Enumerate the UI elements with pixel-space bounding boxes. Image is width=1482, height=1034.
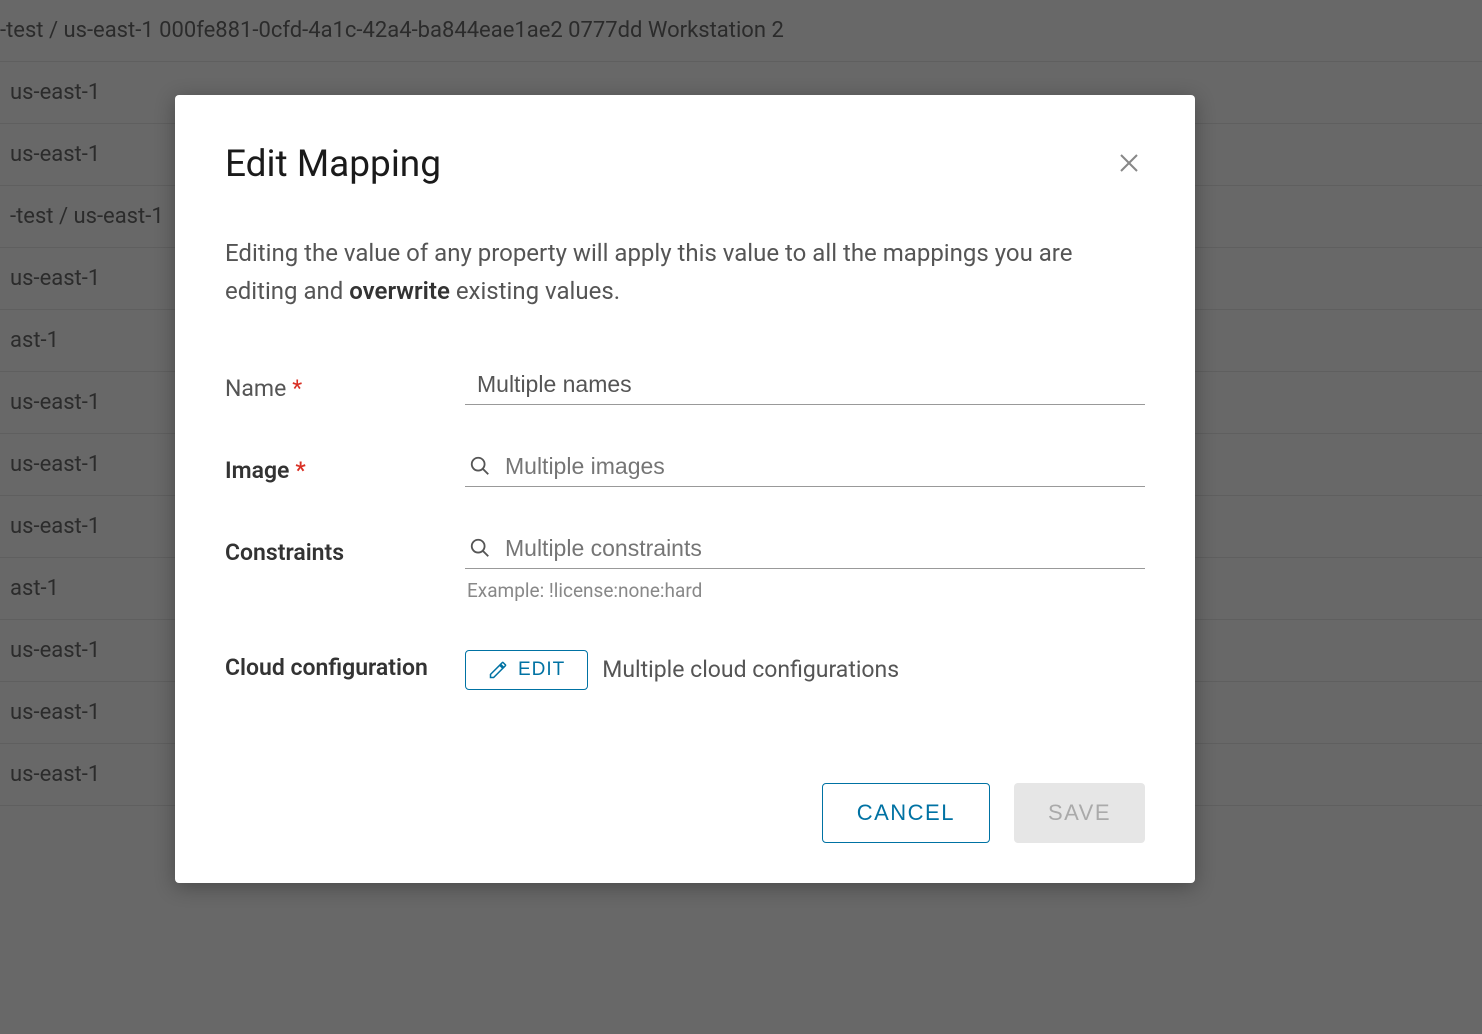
- image-input[interactable]: [465, 453, 1145, 480]
- constraints-label: Constraints: [225, 535, 465, 566]
- constraints-control: Example: !license:none:hard: [465, 535, 1145, 602]
- image-input-wrap: [465, 453, 1145, 487]
- label-text: Name: [225, 375, 286, 402]
- image-label: Image*: [225, 453, 465, 484]
- cloud-config-row: EDIT Multiple cloud configurations: [465, 650, 1145, 690]
- name-control: [465, 371, 1145, 405]
- edit-button-label: EDIT: [518, 659, 565, 681]
- form-row-cloud-config: Cloud configuration EDIT Multiple cloud …: [225, 650, 1145, 690]
- label-text: Image: [225, 457, 289, 484]
- edit-mapping-modal: Edit Mapping Editing the value of any pr…: [175, 95, 1195, 883]
- cloud-config-control: EDIT Multiple cloud configurations: [465, 650, 1145, 690]
- image-control: [465, 453, 1145, 487]
- pencil-icon: [488, 660, 508, 680]
- form-row-image: Image*: [225, 453, 1145, 487]
- form-row-constraints: Constraints Example: !license:none:hard: [225, 535, 1145, 602]
- edit-cloud-config-button[interactable]: EDIT: [465, 650, 588, 690]
- name-input-wrap: [465, 371, 1145, 405]
- description-bold: overwrite: [349, 277, 450, 305]
- description-text: existing values.: [450, 277, 620, 305]
- save-button[interactable]: SAVE: [1014, 783, 1145, 843]
- cancel-button[interactable]: CANCEL: [822, 783, 990, 843]
- cloud-config-label: Cloud configuration: [225, 650, 465, 681]
- label-text: Constraints: [225, 539, 344, 566]
- modal-header: Edit Mapping: [225, 143, 1145, 186]
- constraints-input[interactable]: [465, 535, 1145, 562]
- constraints-input-wrap: [465, 535, 1145, 569]
- cloud-config-value: Multiple cloud configurations: [602, 656, 899, 683]
- form-row-name: Name*: [225, 371, 1145, 405]
- close-icon: [1117, 151, 1141, 175]
- modal-title: Edit Mapping: [225, 143, 441, 186]
- close-button[interactable]: [1113, 147, 1145, 183]
- required-marker: *: [292, 375, 302, 402]
- search-icon: [469, 455, 491, 481]
- modal-footer: CANCEL SAVE: [225, 763, 1145, 843]
- search-icon: [469, 537, 491, 563]
- name-label: Name*: [225, 371, 465, 402]
- modal-description: Editing the value of any property will a…: [225, 234, 1145, 311]
- required-marker: *: [295, 457, 305, 484]
- name-input[interactable]: [465, 371, 1145, 398]
- constraints-helper: Example: !license:none:hard: [465, 579, 1145, 602]
